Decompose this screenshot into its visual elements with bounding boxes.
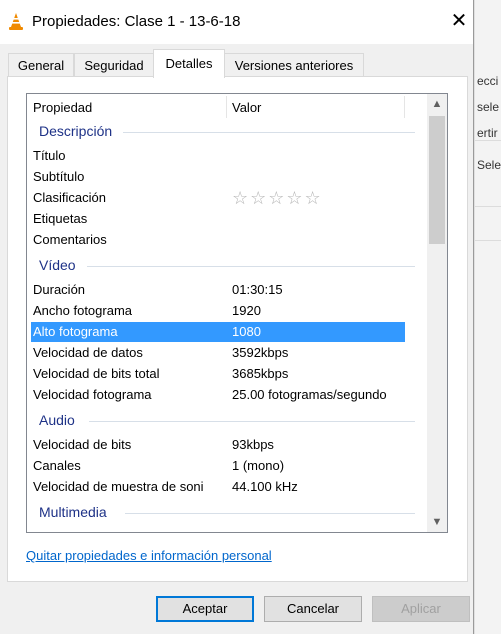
tab-seguridad[interactable]: Seguridad <box>74 53 154 77</box>
property-name: Velocidad de datos <box>33 345 143 360</box>
property-name: Subtítulo <box>33 169 85 184</box>
property-value: 1 (mono) <box>232 458 285 473</box>
scroll-down-icon[interactable]: ▼ <box>427 512 447 532</box>
property-value: 44.100 kHz <box>232 479 298 494</box>
group-divider <box>125 513 415 514</box>
property-name: Clasificación <box>33 190 106 205</box>
list-item[interactable]: Velocidad fotograma 25.00 fotogramas/seg… <box>31 385 405 405</box>
property-name: Comentarios <box>33 232 107 247</box>
group-divider <box>123 132 415 133</box>
property-name: Título <box>33 148 66 163</box>
property-value: 3685kbps <box>232 366 289 381</box>
remove-properties-link[interactable]: Quitar propiedades e información persona… <box>26 548 272 563</box>
list-item[interactable]: Velocidad de bits 93kbps <box>31 435 405 455</box>
property-value: 01:30:15 <box>232 282 283 297</box>
list-header: Propiedad Valor <box>27 94 427 120</box>
list-item[interactable]: Ancho fotograma 1920 <box>31 301 405 321</box>
list-item[interactable]: Duración 01:30:15 <box>31 280 405 300</box>
property-name: Velocidad de muestra de soni <box>33 479 204 494</box>
property-value: 3592kbps <box>232 345 289 360</box>
title-bar: Propiedades: Clase 1 - 13-6-18 ✕ <box>0 0 473 44</box>
list-item[interactable]: Velocidad de bits total 3685kbps <box>31 364 405 384</box>
window-title: Propiedades: Clase 1 - 13-6-18 <box>32 13 241 30</box>
ok-button[interactable]: Aceptar <box>156 596 254 622</box>
tab-detalles[interactable]: Detalles <box>153 49 225 78</box>
star-rating[interactable]: ☆☆☆☆☆ <box>232 188 323 209</box>
list-item[interactable]: Velocidad de datos 3592kbps <box>31 343 405 363</box>
background-text: Sele <box>477 158 501 172</box>
list-item[interactable]: Subtítulo <box>31 167 405 187</box>
background-window: ecci sele ertir Sele <box>474 0 501 634</box>
list-item[interactable]: Título <box>31 146 405 166</box>
column-header-property[interactable]: Propiedad <box>33 100 92 115</box>
property-value: 1080 <box>232 324 261 339</box>
background-text: ecci <box>477 74 499 88</box>
property-name: Velocidad de bits <box>33 437 132 452</box>
background-divider <box>475 240 501 241</box>
close-icon[interactable]: ✕ <box>447 9 471 33</box>
vertical-scrollbar[interactable]: ▲ ▼ <box>427 94 447 532</box>
property-value: 25.00 fotogramas/segundo <box>232 387 387 402</box>
background-text: sele <box>477 100 500 114</box>
property-name: Velocidad de bits total <box>33 366 160 381</box>
property-name: Velocidad fotograma <box>33 387 152 402</box>
group-heading-descripcion: Descripción <box>39 123 113 139</box>
column-header-value[interactable]: Valor <box>232 100 261 115</box>
tab-general[interactable]: General <box>8 53 74 77</box>
list-item-selected[interactable]: Alto fotograma 1080 <box>31 322 405 342</box>
group-divider <box>89 421 415 422</box>
properties-dialog: Propiedades: Clase 1 - 13-6-18 ✕ General… <box>0 0 474 634</box>
column-divider[interactable] <box>226 96 227 118</box>
group-divider <box>87 266 415 267</box>
property-value: 1920 <box>232 303 261 318</box>
tab-versiones-anteriores[interactable]: Versiones anteriores <box>224 53 364 77</box>
properties-list[interactable]: Propiedad Valor Descripción Título Subtí… <box>26 93 448 533</box>
property-name: Alto fotograma <box>33 324 118 339</box>
property-name: Ancho fotograma <box>33 303 133 318</box>
column-divider[interactable] <box>404 96 405 118</box>
background-text: ertir <box>477 126 498 140</box>
list-item[interactable]: Etiquetas <box>31 209 405 229</box>
scroll-up-icon[interactable]: ▲ <box>427 94 447 114</box>
property-name: Duración <box>33 282 86 297</box>
property-value: 93kbps <box>232 437 274 452</box>
list-item[interactable]: Canales 1 (mono) <box>31 456 405 476</box>
list-item[interactable]: Comentarios <box>31 230 405 250</box>
apply-button[interactable]: Aplicar <box>372 596 470 622</box>
background-divider <box>475 140 501 141</box>
scrollbar-thumb[interactable] <box>429 116 445 244</box>
vlc-cone-icon <box>9 13 23 30</box>
property-name: Etiquetas <box>33 211 88 226</box>
group-heading-video: Vídeo <box>39 257 76 273</box>
group-heading-audio: Audio <box>39 412 75 428</box>
property-name: Canales <box>33 458 81 473</box>
list-item[interactable]: Clasificación ☆☆☆☆☆ <box>31 188 405 208</box>
background-divider <box>475 206 501 207</box>
group-heading-multimedia: Multimedia <box>39 504 107 520</box>
cancel-button[interactable]: Cancelar <box>264 596 362 622</box>
list-item[interactable]: Velocidad de muestra de soni 44.100 kHz <box>31 477 405 497</box>
